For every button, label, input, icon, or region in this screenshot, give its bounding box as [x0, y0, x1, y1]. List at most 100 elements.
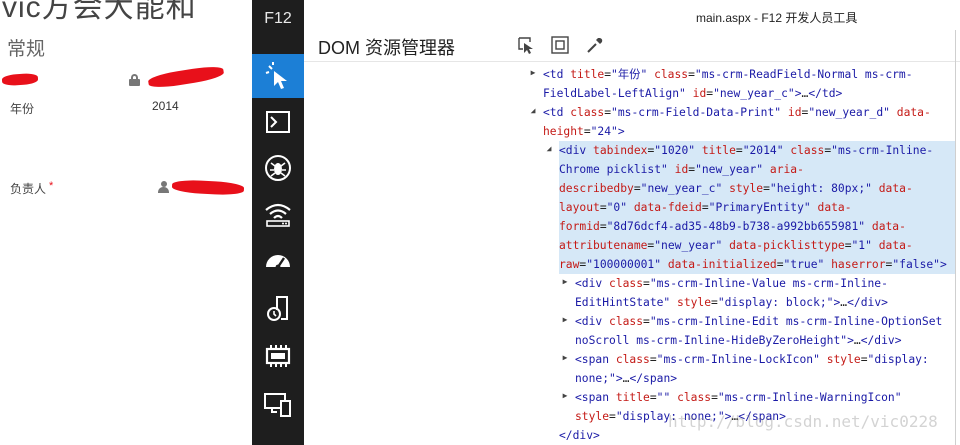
code-token: height — [543, 125, 584, 138]
code-token: style — [677, 296, 712, 309]
code-token: class — [654, 68, 689, 81]
f12-label: F12 — [264, 10, 292, 27]
code-token: raw — [559, 258, 580, 271]
code-token: > — [615, 372, 623, 385]
code-token: attributename — [559, 239, 648, 252]
code-token: = — [763, 182, 770, 195]
code-token: class — [790, 144, 825, 157]
crm-form-panel: vic方会大能和 常规 年份 2014 负责人 * — [0, 0, 252, 445]
dom-code-line: <span class="ms-crm-Inline-LockIcon" sty… — [575, 350, 955, 369]
watermark: http://blog.csdn.net/vic0228 — [668, 412, 938, 431]
code-token: "ms-crm-ReadField-Normal ms-crm- — [694, 68, 913, 81]
dom-node-selected[interactable]: ◢ <div tabindex="1020" title="2014" class… — [304, 141, 955, 274]
color-picker-button[interactable] — [585, 35, 605, 55]
code-token: "new_year_d" — [808, 106, 890, 119]
tool-console[interactable] — [252, 100, 304, 144]
expand-triangle-icon[interactable]: ▶ — [528, 67, 538, 79]
devtools-title-bar: main.aspx - F12 开发人员工具 — [304, 0, 960, 30]
code-token: = — [701, 201, 709, 214]
code-token: haserror — [831, 258, 886, 271]
code-token: style — [729, 182, 764, 195]
expand-triangle-icon[interactable]: ▶ — [560, 276, 570, 288]
owner-label-text: 负责人 — [10, 182, 47, 196]
code-token: = — [609, 410, 616, 423]
code-token: "" — [656, 391, 671, 404]
dom-node[interactable]: ▶ <div class="ms-crm-Inline-Value ms-crm-… — [304, 274, 955, 312]
code-token: "100000001" — [586, 258, 662, 271]
code-token: style — [575, 410, 610, 423]
dom-code-line: <td class="ms-crm-Field-Data-Print" id="… — [543, 103, 955, 122]
code-token: "ms-crm-Inline-WarningIcon" — [717, 391, 902, 404]
collapse-triangle-icon[interactable]: ◢ — [544, 143, 554, 155]
dom-node-markup: <div class="ms-crm-Inline-Value ms-crm-I… — [575, 274, 955, 312]
code-token: "display: — [867, 353, 929, 366]
dom-code-line: FieldLabel-LeftAlign" id="new_year_c">…<… — [543, 84, 955, 103]
code-token: = — [860, 353, 868, 366]
code-token: </div> — [860, 334, 902, 347]
tool-emulation[interactable] — [252, 382, 304, 426]
emulation-icon — [264, 393, 291, 417]
tool-memory[interactable] — [252, 334, 304, 378]
dom-node[interactable]: ▶ <div class="ms-crm-Inline-Edit ms-crm-I… — [304, 312, 955, 350]
field-value-year[interactable]: 2014 — [152, 99, 179, 113]
code-token: > — [794, 87, 802, 100]
lock-icon — [129, 74, 140, 86]
code-token: layout — [559, 201, 600, 214]
dom-code-line: attributename = "new_year" data-picklistty… — [559, 236, 955, 255]
expand-triangle-icon[interactable]: ▶ — [560, 390, 570, 402]
console-icon — [266, 111, 290, 133]
dom-node[interactable]: ▶ <td title="年份" class="ms-crm-ReadField-… — [304, 65, 955, 103]
code-token: > — [617, 125, 625, 138]
dom-node-markup: <div tabindex="1020" title="2014" class=… — [559, 141, 955, 274]
highlight-elements-button[interactable] — [550, 35, 570, 55]
tool-dom-explorer[interactable] — [252, 54, 304, 98]
code-token: "2014" — [742, 144, 784, 157]
expand-triangle-icon[interactable]: ▶ — [560, 314, 570, 326]
code-token: "new_year_c" — [713, 87, 795, 100]
code-token: none;" — [575, 372, 616, 385]
tool-debugger[interactable] — [252, 146, 304, 190]
form-title: vic方会大能和 — [2, 0, 197, 24]
dom-explorer-header: DOM 资源管理器 — [304, 30, 960, 62]
code-token: "false" — [892, 258, 940, 271]
network-icon — [265, 203, 291, 227]
dom-node[interactable]: ◢ <td class="ms-crm-Field-Data-Print" id=… — [304, 103, 955, 141]
tool-profiler[interactable] — [252, 286, 304, 330]
code-token: = — [711, 391, 718, 404]
code-token: <td — [543, 106, 571, 119]
code-token: = — [711, 296, 718, 309]
code-token: describedby — [559, 182, 634, 195]
code-token: "1020" — [654, 144, 696, 157]
code-token: EditHintState" — [575, 296, 671, 309]
tool-ui-responsiveness[interactable] — [252, 238, 304, 282]
code-token: </div> — [847, 296, 888, 309]
dom-code-line: layout="0" data-fdeid="PrimaryEntity" da… — [559, 198, 955, 217]
code-token: … — [853, 334, 861, 347]
code-token: > — [939, 258, 947, 271]
collapse-triangle-icon[interactable]: ◢ — [528, 105, 538, 117]
expand-triangle-icon[interactable]: ▶ — [560, 352, 570, 364]
code-token: tabindex — [593, 144, 648, 157]
code-token: = — [633, 182, 641, 195]
code-token: data-initialized — [667, 258, 777, 271]
devtools-toolbar: F12 — [252, 0, 304, 445]
redaction-mark — [1, 72, 39, 87]
code-token: = — [599, 201, 607, 214]
code-token: style — [826, 353, 861, 366]
code-token: "true" — [783, 258, 825, 271]
code-token: Chrome picklist" — [559, 163, 668, 176]
dom-tree[interactable]: ▶ <td title="年份" class="ms-crm-ReadField-… — [304, 62, 955, 445]
select-element-button[interactable] — [516, 35, 536, 55]
dom-node[interactable]: ▶ <span class="ms-crm-Inline-LockIcon" st… — [304, 350, 955, 388]
dom-code-line: formid="8d76dcf4-ad35-48b9-b738-a992bb65… — [559, 217, 955, 236]
code-token: <div — [559, 144, 594, 157]
code-token: = — [643, 277, 650, 290]
dom-code-line: <span title="" class="ms-crm-Inline-Warn… — [575, 388, 955, 407]
tool-network[interactable] — [252, 192, 304, 236]
